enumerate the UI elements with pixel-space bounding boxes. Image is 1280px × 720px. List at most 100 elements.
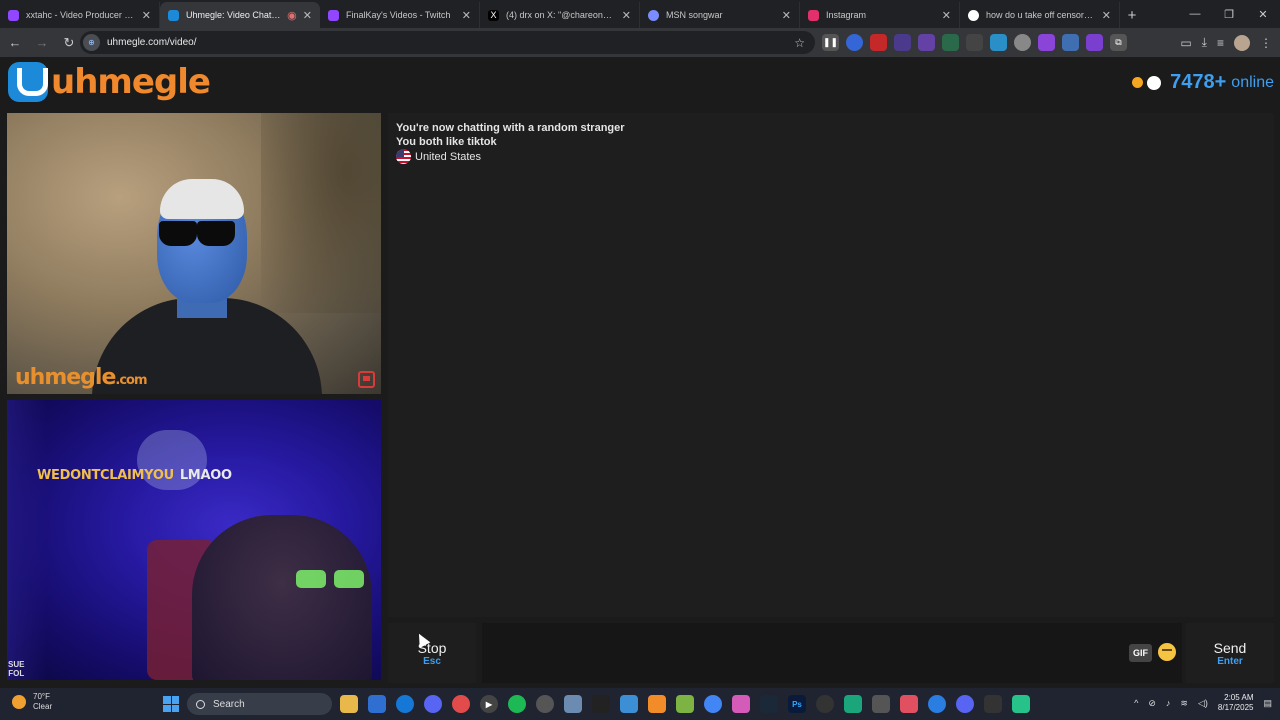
tab-twitch-producer[interactable]: xxtahc - Video Producer - Twitch ✕	[0, 2, 160, 28]
edge-icon[interactable]	[396, 695, 414, 713]
extensions-bar: ❚❚ ⧉	[822, 31, 1127, 54]
notification-icon[interactable]: ▤	[1263, 698, 1272, 709]
extension-icon[interactable]	[1038, 34, 1055, 51]
steam-icon[interactable]	[760, 695, 778, 713]
photos-icon[interactable]	[564, 695, 582, 713]
tab-msn-songwar[interactable]: MSN songwar ✕	[640, 2, 800, 28]
minimize-icon[interactable]: —	[1178, 0, 1212, 28]
twitch-icon	[328, 9, 339, 21]
address-bar[interactable]: ⊕ uhmegle.com/video/ ☆	[80, 31, 815, 54]
extensions-puzzle-icon[interactable]: ⧉	[1110, 34, 1127, 51]
report-flag-icon[interactable]	[358, 371, 375, 388]
close-window-icon[interactable]: ✕	[1246, 0, 1280, 28]
extension-icon[interactable]	[870, 34, 887, 51]
chevron-up-icon[interactable]: ^	[1134, 698, 1138, 708]
store-icon[interactable]	[368, 695, 386, 713]
app-icon[interactable]	[816, 695, 834, 713]
windows-start-icon[interactable]	[163, 696, 179, 712]
reload-icon[interactable]: ↻	[57, 35, 81, 51]
volume-icon[interactable]: ◁)	[1198, 698, 1208, 709]
uhmegle-page: uhmegle 7478+ online uhmegle.com WEDONTC…	[0, 57, 1280, 688]
extension-icon[interactable]	[966, 34, 983, 51]
theme-toggle-icon[interactable]	[1147, 75, 1162, 90]
forward-icon[interactable]: →	[30, 35, 54, 50]
stop-shortcut: Esc	[423, 655, 441, 667]
close-icon[interactable]: ✕	[622, 9, 631, 22]
close-icon[interactable]: ✕	[782, 9, 791, 22]
x-icon: X	[488, 9, 499, 21]
tab-instagram[interactable]: Instagram ✕	[800, 2, 960, 28]
app-icon[interactable]	[928, 695, 946, 713]
photoshop-icon[interactable]: Ps	[788, 695, 806, 713]
pause-icon[interactable]: ❚❚	[822, 34, 839, 51]
media-icon[interactable]: ≡	[1217, 36, 1224, 50]
network-off-icon[interactable]: ⊘	[1148, 698, 1156, 709]
message-input-area: GIF	[482, 623, 1182, 683]
close-icon[interactable]: ✕	[1102, 9, 1111, 22]
logo-text: uhmegle	[51, 62, 211, 102]
close-icon[interactable]: ✕	[303, 9, 312, 22]
overlay-message: LMAOO	[179, 468, 232, 483]
emoji-icon[interactable]	[1158, 643, 1176, 661]
restore-icon[interactable]: ❐	[1212, 0, 1246, 28]
extension-icon[interactable]	[846, 34, 863, 51]
app-icon[interactable]	[1012, 695, 1030, 713]
gif-button[interactable]: GIF	[1129, 644, 1152, 662]
spotify-icon[interactable]	[508, 695, 526, 713]
extension-icon[interactable]	[1062, 34, 1079, 51]
twitch-extension-icon[interactable]	[918, 34, 935, 51]
download-icon[interactable]: ⤓	[1202, 35, 1207, 50]
sidebar-icon[interactable]: ▭	[1180, 36, 1191, 50]
tab-x[interactable]: X (4) drx on X: "@chareon0 @xxtahc" ✕	[480, 2, 640, 28]
file-explorer-icon[interactable]	[340, 695, 358, 713]
app-icon[interactable]	[872, 695, 890, 713]
clock-date: 8/17/2025	[1217, 703, 1254, 712]
browser-right-tools: ▭ ⤓ ≡ ⋮	[1180, 31, 1272, 54]
extension-icon[interactable]	[1014, 34, 1031, 51]
capcut-icon[interactable]	[592, 695, 610, 713]
wifi-icon[interactable]: ≋	[1180, 698, 1188, 709]
close-icon[interactable]: ✕	[462, 9, 471, 22]
discord-icon[interactable]	[424, 695, 442, 713]
app-icon[interactable]	[732, 695, 750, 713]
back-icon[interactable]: ←	[3, 35, 27, 50]
taskbar-search[interactable]: Search	[187, 693, 332, 715]
notepad-icon[interactable]	[620, 695, 638, 713]
stop-button[interactable]: Stop Esc	[388, 623, 476, 683]
sunglasses	[152, 221, 237, 251]
app-icon[interactable]	[844, 695, 862, 713]
fl-studio-icon[interactable]	[648, 695, 666, 713]
weather-widget[interactable]: 70°F Clear	[12, 692, 52, 712]
overlay-username: WEDONTCLAIMYOU	[37, 468, 174, 483]
color-app-icon[interactable]	[452, 695, 470, 713]
message-input[interactable]	[482, 623, 1182, 683]
send-button[interactable]: Send Enter	[1186, 623, 1274, 683]
app-icon[interactable]	[900, 695, 918, 713]
menu-icon[interactable]: ⋮	[1260, 36, 1272, 50]
close-icon[interactable]: ✕	[942, 9, 951, 22]
microphone-icon[interactable]: ♪	[1166, 698, 1171, 708]
tab-google-search[interactable]: how do u take off censored chat ✕	[960, 2, 1120, 28]
media-player-icon[interactable]: ▶	[480, 695, 498, 713]
new-tab-button[interactable]: +	[1120, 2, 1144, 28]
close-icon[interactable]: ✕	[142, 9, 151, 22]
obs-icon[interactable]	[536, 695, 554, 713]
corner-overlay: SUE FOL	[8, 660, 24, 678]
tab-title: (4) drx on X: "@chareon0 @xxtahc"	[506, 10, 616, 20]
tab-twitch-videos[interactable]: FinalKay's Videos - Twitch ✕	[320, 2, 480, 28]
profile-avatar[interactable]	[1234, 34, 1250, 51]
clock[interactable]: 2:05 AM 8/17/2025	[1218, 693, 1254, 713]
site-logo[interactable]: uhmegle	[8, 62, 211, 102]
discord-icon[interactable]	[956, 695, 974, 713]
extension-icon[interactable]	[990, 34, 1007, 51]
extension-icon[interactable]	[1086, 34, 1103, 51]
chrome-icon[interactable]	[704, 695, 722, 713]
site-info-icon[interactable]: ⊕	[83, 34, 100, 51]
tab-title: Uhmegle: Video Chat | Omegle	[186, 10, 281, 20]
bookmark-star-icon[interactable]: ☆	[794, 36, 805, 50]
tab-uhmegle[interactable]: Uhmegle: Video Chat | Omegle ◉ ✕	[160, 2, 320, 28]
app-icon[interactable]	[984, 695, 1002, 713]
editor-icon[interactable]	[676, 695, 694, 713]
extension-icon[interactable]	[942, 34, 959, 51]
extension-icon[interactable]	[894, 34, 911, 51]
